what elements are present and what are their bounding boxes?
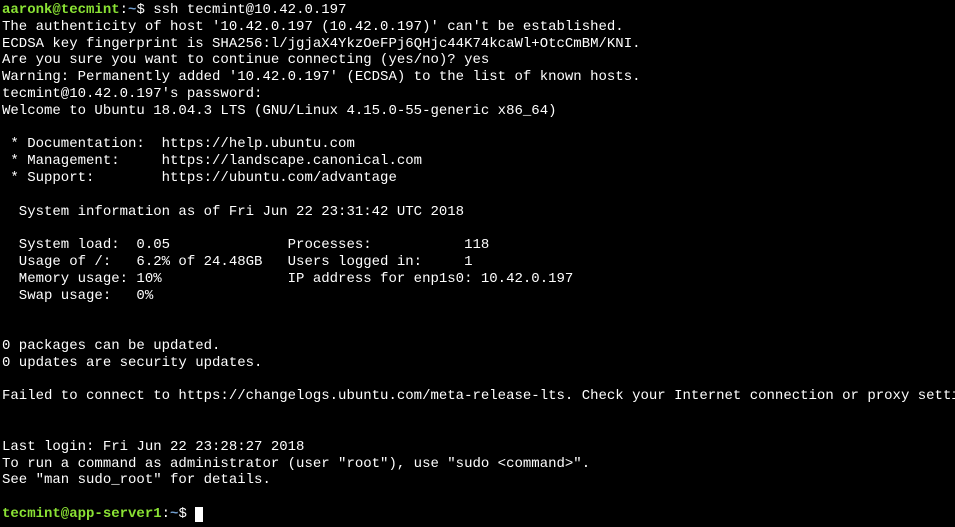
output-line: Welcome to Ubuntu 18.04.3 LTS (GNU/Linux… [2, 103, 557, 119]
output-line: Are you sure you want to continue connec… [2, 52, 489, 68]
output-line: Swap usage: 0% [2, 288, 153, 304]
output-line: 0 packages can be updated. [2, 338, 220, 354]
prompt-dollar: $ [178, 506, 195, 522]
command-text: ssh tecmint@10.42.0.197 [153, 2, 346, 18]
output-line: To run a command as administrator (user … [2, 456, 590, 472]
output-line: 0 updates are security updates. [2, 355, 262, 371]
output-line: System load: 0.05 Processes: 118 [2, 237, 489, 253]
cursor[interactable] [195, 507, 203, 522]
prompt-colon: : [162, 506, 170, 522]
prompt-colon: : [120, 2, 128, 18]
output-line: Last login: Fri Jun 22 23:28:27 2018 [2, 439, 304, 455]
output-line: See "man sudo_root" for details. [2, 472, 271, 488]
output-line: Memory usage: 10% IP address for enp1s0:… [2, 271, 573, 287]
output-line: Usage of /: 6.2% of 24.48GB Users logged… [2, 254, 472, 270]
output-line: The authenticity of host '10.42.0.197 (1… [2, 19, 624, 35]
prompt-user-host: aaronk@tecmint [2, 2, 120, 18]
output-line: Warning: Permanently added '10.42.0.197'… [2, 69, 641, 85]
prompt-user-host: tecmint@app-server1 [2, 506, 162, 522]
output-line: Failed to connect to https://changelogs.… [2, 388, 955, 404]
output-line: tecmint@10.42.0.197's password: [2, 86, 262, 102]
output-line: * Documentation: https://help.ubuntu.com [2, 136, 355, 152]
output-line: * Support: https://ubuntu.com/advantage [2, 170, 397, 186]
terminal-output[interactable]: aaronk@tecmint:~$ ssh tecmint@10.42.0.19… [2, 2, 953, 523]
output-line: System information as of Fri Jun 22 23:3… [2, 204, 464, 220]
prompt-dollar: $ [136, 2, 153, 18]
output-line: * Management: https://landscape.canonica… [2, 153, 422, 169]
output-line: ECDSA key fingerprint is SHA256:l/jgjaX4… [2, 36, 641, 52]
